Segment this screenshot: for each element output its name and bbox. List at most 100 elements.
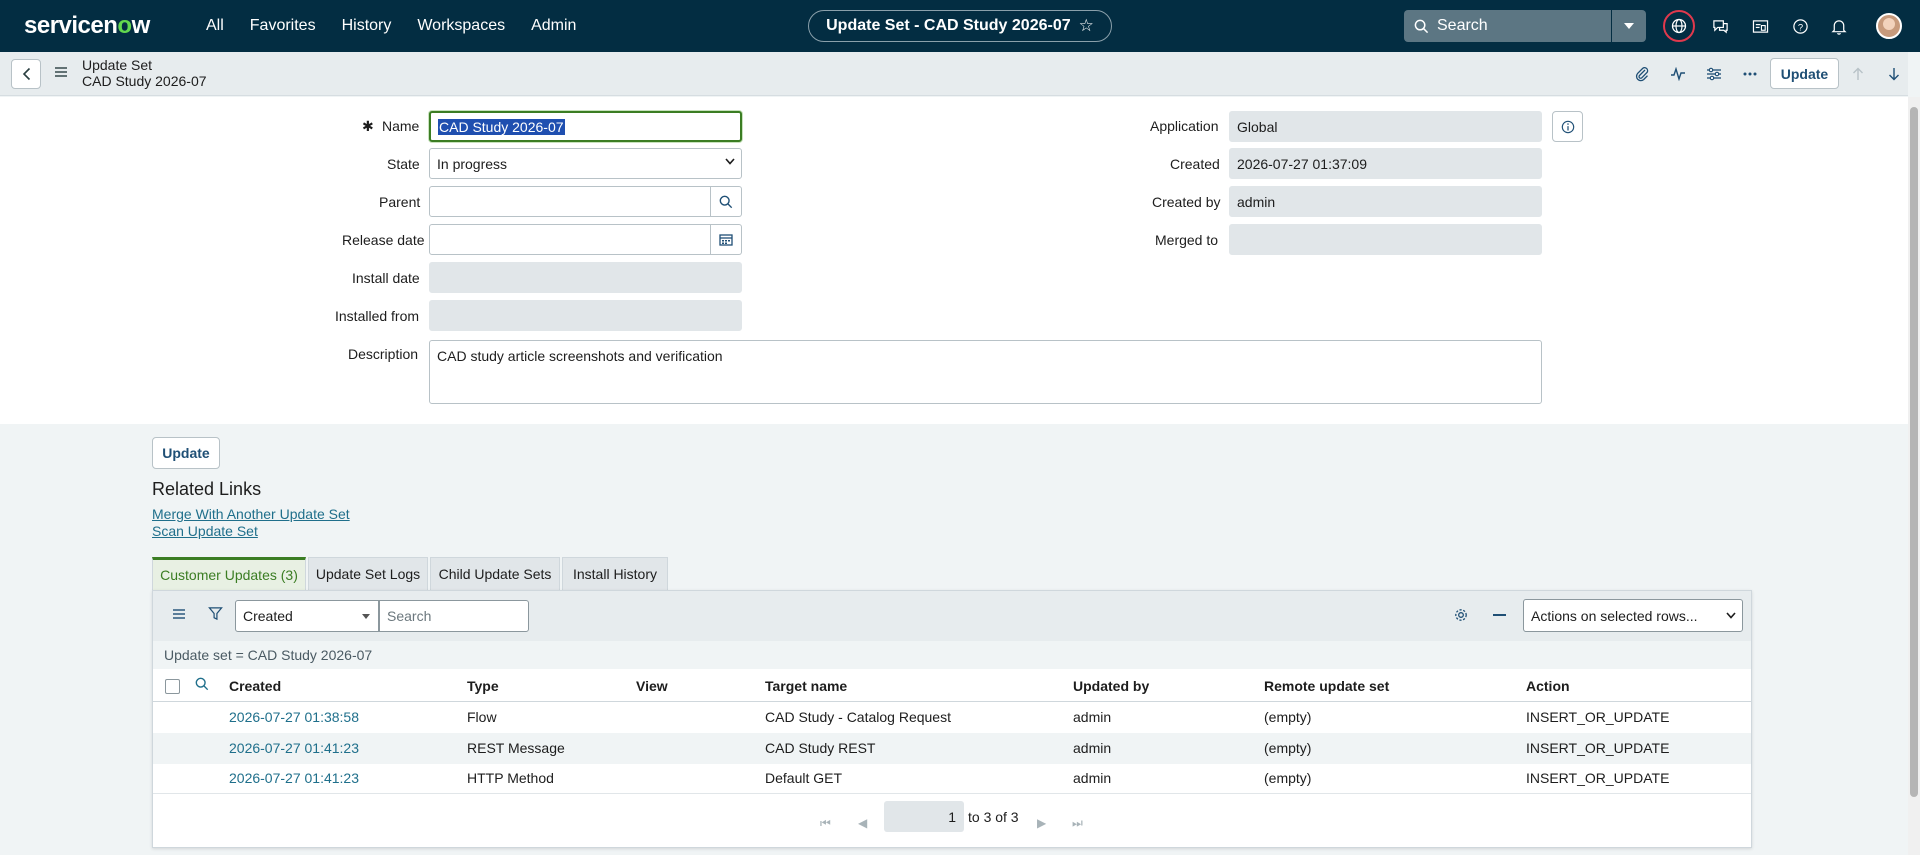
search-icon <box>1414 19 1429 33</box>
gear-icon[interactable] <box>1453 607 1469 626</box>
merge-update-set-link[interactable]: Merge With Another Update Set <box>152 506 350 522</box>
column-header-remote-update-set[interactable]: Remote update set <box>1264 678 1389 694</box>
activity-icon[interactable] <box>1668 64 1688 84</box>
user-avatar[interactable] <box>1876 13 1902 39</box>
menu-admin[interactable]: Admin <box>531 17 576 35</box>
previous-record-icon[interactable] <box>1848 64 1868 84</box>
info-icon <box>1561 120 1574 133</box>
description-value: CAD study article screenshots and verifi… <box>437 348 723 364</box>
column-header-created[interactable]: Created <box>229 678 281 694</box>
bell-icon[interactable] <box>1827 14 1851 38</box>
row-target-name: CAD Study - Catalog Request <box>765 709 951 725</box>
column-header-target-name[interactable]: Target name <box>765 678 847 694</box>
context-title-pill[interactable]: Update Set - CAD Study 2026-07 ☆ <box>808 10 1112 42</box>
inbox-icon[interactable] <box>1748 14 1772 38</box>
record-display-value: CAD Study 2026-07 <box>82 73 207 89</box>
chevron-down-icon <box>1726 612 1736 619</box>
row-action: INSERT_OR_UPDATE <box>1526 770 1670 786</box>
created-field: 2026-07-27 01:37:09 <box>1229 148 1542 179</box>
back-button[interactable] <box>11 59 41 89</box>
description-field[interactable]: CAD study article screenshots and verifi… <box>429 340 1542 404</box>
row-remote-update-set: (empty) <box>1264 709 1312 725</box>
row-type: HTTP Method <box>467 770 554 786</box>
global-search-input[interactable]: Search <box>1404 10 1611 42</box>
list-search-input[interactable]: Search <box>379 600 529 632</box>
merged-to-field <box>1229 224 1542 255</box>
tab-child-update-sets[interactable]: Child Update Sets <box>430 557 560 590</box>
list-context-menu-icon[interactable] <box>172 607 186 623</box>
tab-customer-updates[interactable]: Customer Updates (3) <box>152 557 306 590</box>
filter-breadcrumb[interactable]: Update set = CAD Study 2026-07 <box>153 641 1751 669</box>
first-page-icon[interactable]: ⏮ <box>820 816 831 831</box>
created-label: Created <box>1170 156 1220 172</box>
list-toolbar: Created Search Actions on selected rows.… <box>153 591 1751 641</box>
related-links-title: Related Links <box>152 479 262 499</box>
menu-history[interactable]: History <box>342 17 392 35</box>
table-row[interactable] <box>153 764 1751 795</box>
next-page-icon[interactable]: ▶ <box>1037 816 1046 830</box>
row-created-link[interactable]: 2026-07-27 01:41:23 <box>229 770 359 786</box>
description-label: Description <box>348 346 419 362</box>
tab-install-history[interactable]: Install History <box>562 557 668 590</box>
name-field[interactable]: CAD Study 2026-07 <box>429 111 742 142</box>
search-field-select[interactable]: Created <box>235 600 379 632</box>
previous-page-icon[interactable]: ◀ <box>858 816 867 830</box>
row-target-name: Default GET <box>765 770 843 786</box>
menu-workspaces[interactable]: Workspaces <box>417 17 505 35</box>
star-icon[interactable]: ☆ <box>1079 16 1094 36</box>
column-header-view[interactable]: View <box>636 678 668 694</box>
state-select[interactable]: In progress <box>429 148 742 179</box>
help-icon[interactable]: ? <box>1788 14 1812 38</box>
personalize-form-icon[interactable] <box>1704 64 1724 84</box>
table-row[interactable] <box>153 733 1751 764</box>
row-created-link[interactable]: 2026-07-27 01:38:58 <box>229 709 359 725</box>
parent-label: Parent <box>379 194 421 210</box>
chevron-down-icon <box>725 158 735 165</box>
release-date-field[interactable] <box>429 224 711 255</box>
page-number-input[interactable]: 1 <box>884 801 964 832</box>
scrollbar-thumb[interactable] <box>1910 107 1918 797</box>
language-button[interactable] <box>1663 10 1695 42</box>
application-info-button[interactable] <box>1552 111 1583 142</box>
more-options-icon[interactable] <box>1740 64 1760 84</box>
list-actions-select[interactable]: Actions on selected rows... <box>1523 599 1743 632</box>
paperclip-icon[interactable] <box>1632 64 1652 84</box>
select-all-checkbox[interactable] <box>165 679 180 694</box>
release-date-picker-button[interactable] <box>711 224 742 255</box>
parent-field[interactable] <box>429 186 711 217</box>
search-field-value: Created <box>243 608 293 624</box>
column-header-type[interactable]: Type <box>467 678 499 694</box>
form-header: Update Set CAD Study 2026-07 Update <box>0 52 1908 96</box>
column-header-updated-by[interactable]: Updated by <box>1073 678 1149 694</box>
mandatory-icon: ✱ <box>362 118 374 134</box>
filter-icon[interactable] <box>208 606 223 624</box>
form-context-menu-icon[interactable] <box>54 65 68 81</box>
column-header-action[interactable]: Action <box>1526 678 1570 694</box>
row-created-link[interactable]: 2026-07-27 01:41:23 <box>229 740 359 756</box>
next-record-icon[interactable] <box>1884 64 1904 84</box>
servicenow-logo[interactable]: servicenow <box>24 12 150 40</box>
menu-all[interactable]: All <box>206 17 224 35</box>
menu-favorites[interactable]: Favorites <box>250 17 316 35</box>
caret-down-icon <box>1624 23 1634 29</box>
row-action: INSERT_OR_UPDATE <box>1526 740 1670 756</box>
chat-icon[interactable] <box>1708 14 1732 38</box>
created-by-field: admin <box>1229 186 1542 217</box>
row-remote-update-set: (empty) <box>1264 770 1312 786</box>
column-search-icon[interactable] <box>195 677 209 694</box>
last-page-icon[interactable]: ⏭ <box>1072 816 1083 831</box>
list-actions-value: Actions on selected rows... <box>1531 607 1698 624</box>
page-scrollbar[interactable] <box>1908 97 1920 855</box>
form-update-button[interactable]: Update <box>152 437 220 469</box>
header-update-button[interactable]: Update <box>1770 58 1839 89</box>
collapse-list-icon[interactable] <box>1493 614 1506 616</box>
chevron-left-icon <box>22 67 30 81</box>
search-icon <box>719 195 733 208</box>
parent-lookup-button[interactable] <box>711 186 742 217</box>
application-label: Application <box>1150 118 1219 134</box>
scan-update-set-link[interactable]: Scan Update Set <box>152 523 258 539</box>
installed-from-label: Installed from <box>335 308 420 324</box>
tab-update-set-logs[interactable]: Update Set Logs <box>308 557 428 590</box>
search-scope-dropdown[interactable] <box>1612 10 1646 42</box>
table-row[interactable] <box>153 702 1751 733</box>
